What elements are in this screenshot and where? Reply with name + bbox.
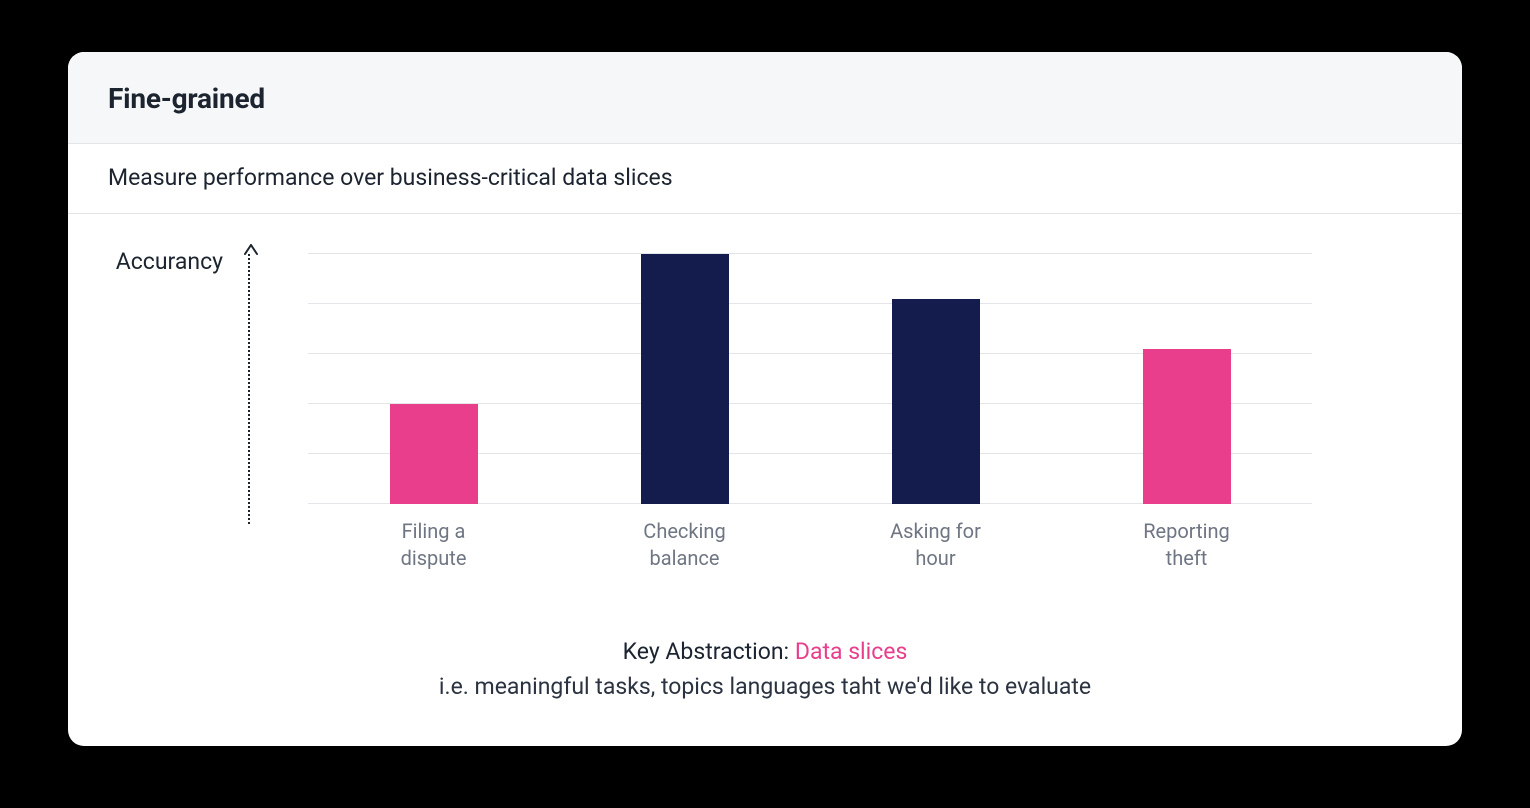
y-axis-label: Accurancy: [73, 248, 223, 275]
footer-prefix: Key Abstraction:: [623, 638, 795, 665]
y-axis: [248, 254, 250, 524]
card-header: Fine-grained: [68, 52, 1462, 144]
card-title: Fine-grained: [108, 82, 1422, 115]
bar-label: Asking for hour: [856, 518, 1016, 572]
bar-slot: Checking balance: [559, 254, 810, 504]
footer-caption: Key Abstraction: Data slices i.e. meanin…: [68, 635, 1462, 704]
bar: [1143, 349, 1231, 504]
arrow-up-icon: [242, 244, 260, 262]
bar-slot: Asking for hour: [810, 254, 1061, 504]
card-subtitle: Measure performance over business-critic…: [108, 164, 1422, 191]
card-subtitle-row: Measure performance over business-critic…: [68, 144, 1462, 214]
bar: [641, 254, 729, 504]
bar-label: Filing a dispute: [354, 518, 514, 572]
footer-sub: i.e. meaningful tasks, topics languages …: [68, 670, 1462, 705]
bar: [892, 299, 980, 504]
bar-label: Reporting theft: [1107, 518, 1267, 572]
bar: [390, 404, 478, 504]
bar-slot: Filing a dispute: [308, 254, 559, 504]
chart-body: Accurancy Filing a disputeChecking balan…: [68, 214, 1462, 746]
chart-wrap: Accurancy Filing a disputeChecking balan…: [248, 254, 1312, 554]
bars-container: Filing a disputeChecking balanceAsking f…: [308, 254, 1312, 504]
plot-area: Filing a disputeChecking balanceAsking f…: [308, 254, 1312, 504]
bar-slot: Reporting theft: [1061, 254, 1312, 504]
footer-highlight: Data slices: [795, 638, 908, 665]
chart-card: Fine-grained Measure performance over bu…: [68, 52, 1462, 746]
bar-label: Checking balance: [605, 518, 765, 572]
